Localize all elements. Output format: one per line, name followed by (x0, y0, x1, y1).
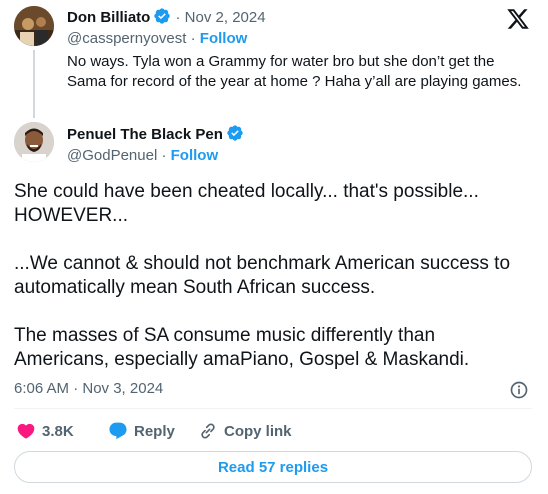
quoted-date[interactable]: Nov 2, 2024 (185, 9, 266, 26)
author-name[interactable]: Penuel The Black Pen (67, 126, 223, 143)
like-button[interactable]: 3.8K (16, 420, 74, 442)
read-replies-button[interactable]: Read 57 replies (14, 451, 532, 483)
author-follow-button[interactable]: Follow (171, 147, 219, 164)
tweet-paragraph: The masses of SA consume music different… (14, 325, 470, 370)
divider (14, 408, 532, 409)
reply-button[interactable]: Reply (108, 420, 175, 442)
info-icon[interactable] (509, 380, 529, 400)
quoted-follow-button[interactable]: Follow (200, 30, 248, 47)
quoted-author-name[interactable]: Don Billiato (67, 9, 150, 26)
quoted-handle[interactable]: @casspernyovest (67, 30, 186, 47)
author-handle[interactable]: @GodPenuel (67, 147, 157, 164)
quoted-avatar[interactable] (14, 6, 54, 46)
tweet-paragraph: She could have been cheated locally... t… (14, 181, 479, 226)
reply-label: Reply (134, 422, 175, 440)
author-row: Penuel The Black Pen (67, 124, 244, 143)
quoted-tweet-text: No ways. Tyla won a Grammy for water bro… (67, 53, 522, 90)
reply-bubble-icon (109, 422, 127, 440)
quoted-author-row: Don Billiato · Nov 2, 2024 (67, 7, 266, 26)
tweet-text: She could have been cheated locally... t… (14, 180, 534, 396)
tweet-timestamp[interactable]: 6:06 AM · Nov 3, 2024 (14, 380, 163, 397)
copy-link-button[interactable]: Copy link (198, 420, 292, 442)
link-icon (201, 423, 215, 439)
copy-link-label: Copy link (224, 422, 292, 440)
author-avatar[interactable] (14, 122, 54, 162)
verified-badge-icon (226, 124, 244, 142)
thread-line (33, 50, 35, 118)
quoted-handle-row: @casspernyovest · Follow (67, 30, 248, 47)
verified-badge-icon (153, 7, 171, 25)
tweet-paragraph: ...We cannot & should not benchmark Amer… (14, 253, 511, 298)
x-logo-icon[interactable] (506, 7, 530, 31)
author-handle-row: @GodPenuel · Follow (67, 147, 219, 164)
like-count: 3.8K (42, 422, 74, 440)
heart-icon (17, 423, 35, 439)
